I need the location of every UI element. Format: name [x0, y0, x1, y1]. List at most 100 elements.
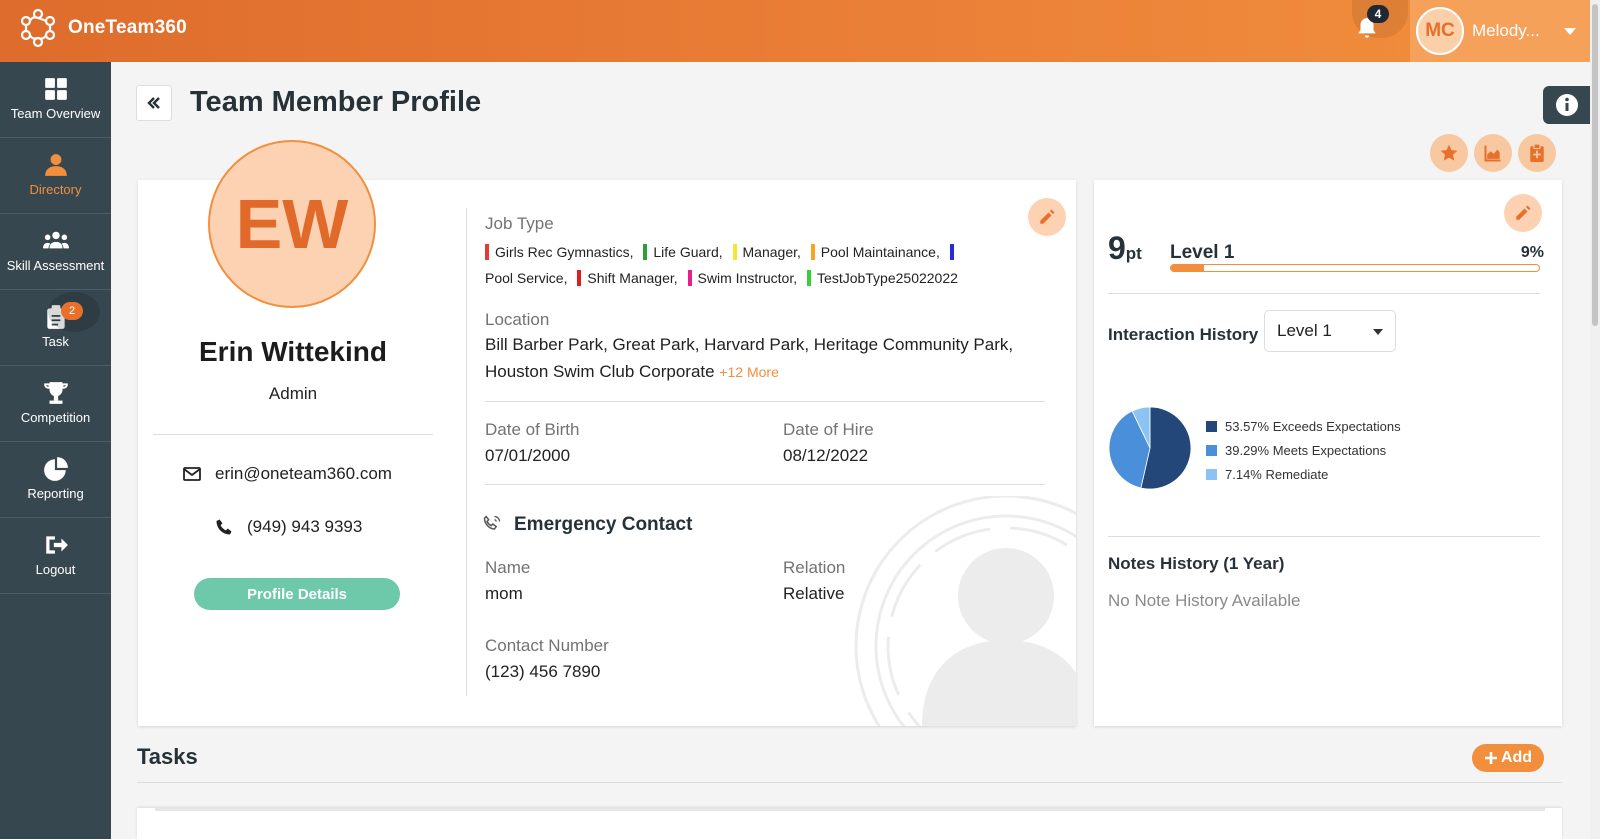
points-unit: pt: [1125, 244, 1142, 263]
level-percent: 9%: [1520, 244, 1544, 261]
emergency-contact-title: Emergency Contact: [514, 514, 693, 535]
interaction-pie-chart: [1108, 406, 1192, 490]
points-number: 9: [1108, 230, 1126, 266]
sidebar-item-label: Logout: [35, 562, 76, 577]
sidebar-item-task[interactable]: 2 Task: [0, 290, 111, 366]
envelope-icon: [183, 467, 201, 481]
location-label: Location: [485, 310, 550, 329]
users-icon: [42, 231, 69, 249]
legend-label: 39.29% Meets Expectations: [1225, 442, 1387, 458]
sidebar-item-directory[interactable]: Directory: [0, 138, 111, 214]
logout-icon: [45, 536, 68, 554]
more-locations-link[interactable]: +12 More: [719, 364, 779, 380]
sidebar-item-reporting[interactable]: Reporting: [0, 442, 111, 518]
info-button[interactable]: [1543, 86, 1590, 124]
phone-row[interactable]: (949) 943 9393: [215, 517, 362, 537]
location-line: Bill Barber Park, Great Park, Harvard Pa…: [485, 335, 1014, 354]
scrollbar-thumb[interactable]: [1592, 4, 1598, 326]
phone-ringing-icon: [483, 515, 501, 530]
edit-score-button[interactable]: [1504, 194, 1542, 232]
app-name: OneTeam360: [68, 17, 187, 38]
notification-badge: 4: [1367, 5, 1389, 23]
divider: [1108, 293, 1540, 294]
job-type-tag: Pool Service,: [485, 270, 568, 286]
task-count-badge: 2: [61, 302, 83, 320]
sidebar-item-label: Skill Assessment: [6, 258, 105, 273]
sidebar-item-label: Competition: [20, 410, 91, 425]
legend-item: 39.29% Meets Expectations: [1206, 438, 1401, 462]
add-task-label: Add: [1500, 749, 1533, 766]
divider: [153, 434, 433, 435]
legend-swatch: [1206, 420, 1217, 432]
score-card: 9pt Level 1 9% Interaction History Level…: [1094, 180, 1562, 726]
profile-card: EW Erin Wittekind Admin erin@oneteam360.…: [138, 140, 1076, 726]
points-value: 9pt: [1108, 230, 1142, 267]
member-email: erin@oneteam360.com: [215, 464, 392, 483]
pencil-icon: [1040, 209, 1055, 224]
page-title: Team Member Profile: [190, 86, 482, 118]
divider: [485, 401, 1045, 402]
back-button[interactable]: [136, 85, 172, 121]
job-type-tag: Shift Manager,: [577, 270, 678, 286]
legend-item: 53.57% Exceeds Expectations: [1206, 414, 1401, 438]
clipboard-button[interactable]: [1518, 134, 1556, 172]
star-icon: [1440, 144, 1458, 161]
dob-value: 07/01/2000: [485, 446, 571, 465]
sidebar-item-team-overview[interactable]: Team Overview: [0, 62, 111, 138]
divider: [137, 782, 1562, 783]
sidebar-item-label: Directory: [29, 182, 82, 197]
add-task-button[interactable]: Add: [1472, 744, 1544, 772]
phone-icon: [216, 519, 232, 535]
job-type-tag: Life Guard,: [643, 244, 723, 260]
sidebar: Team Overview Directory Skill Assessment…: [0, 62, 111, 839]
stats-button[interactable]: [1474, 134, 1512, 172]
favorite-button[interactable]: [1430, 134, 1468, 172]
job-type-tag: Swim Instructor,: [687, 270, 797, 286]
hire-date-value: 08/12/2022: [783, 446, 869, 465]
sidebar-item-logout[interactable]: Logout: [0, 518, 111, 594]
brand[interactable]: OneTeam360: [16, 6, 187, 50]
level-name: Level 1: [1170, 242, 1235, 263]
divider: [485, 484, 1045, 485]
job-type-tag: Girls Rec Gymnastics,: [485, 244, 633, 260]
notes-empty-message: No Note History Available: [1108, 591, 1301, 610]
clipboard-plus-icon: [1530, 143, 1544, 162]
dob-label: Date of Birth: [485, 420, 580, 439]
tasks-card-header: [155, 808, 1545, 811]
sidebar-item-label: Team Overview: [10, 106, 101, 121]
vertical-divider: [466, 208, 467, 696]
location-line: Houston Swim Club Corporate: [485, 362, 715, 381]
hire-date-label: Date of Hire: [783, 420, 874, 439]
pie-chart-icon: [43, 457, 68, 481]
pie-legend: 53.57% Exceeds Expectations 39.29% Meets …: [1206, 414, 1401, 486]
job-type-label: Job Type: [485, 214, 554, 233]
user-avatar: MC: [1416, 7, 1464, 55]
email-row[interactable]: erin@oneteam360.com: [183, 464, 392, 484]
level-select[interactable]: Level 1: [1264, 310, 1396, 352]
plus-icon: [1484, 752, 1497, 764]
ec-number-value: (123) 456 7890: [485, 662, 601, 681]
edit-profile-button[interactable]: [1028, 198, 1066, 236]
job-type-tag-marker: ​: [949, 244, 954, 260]
tasks-title: Tasks: [137, 744, 198, 769]
profile-avatar: EW: [208, 140, 376, 308]
location-value: Bill Barber Park, Great Park, Harvard Pa…: [485, 331, 1055, 386]
info-icon: [1555, 94, 1578, 116]
sidebar-item-skill-assessment[interactable]: Skill Assessment: [0, 214, 111, 290]
job-type-list: Girls Rec Gymnastics, Life Guard, Manage…: [485, 239, 1045, 291]
job-type-tag: Manager,: [732, 244, 801, 260]
user-menu[interactable]: MC Melody...: [1410, 0, 1590, 62]
double-chevron-left-icon: [147, 97, 160, 109]
legend-label: 7.14% Remediate: [1225, 466, 1329, 482]
area-chart-icon: [1484, 145, 1501, 162]
notes-history-label: Notes History (1 Year): [1108, 554, 1285, 573]
profile-details-button[interactable]: Profile Details: [194, 578, 400, 610]
member-phone: (949) 943 9393: [247, 517, 363, 536]
pencil-icon: [1516, 205, 1531, 220]
caret-down-icon: [1373, 329, 1383, 335]
ec-name-value: mom: [485, 584, 523, 603]
legend-swatch: [1206, 468, 1217, 480]
progress-fill: [1171, 265, 1205, 271]
sidebar-item-competition[interactable]: Competition: [0, 366, 111, 442]
tasks-card: [137, 808, 1562, 839]
